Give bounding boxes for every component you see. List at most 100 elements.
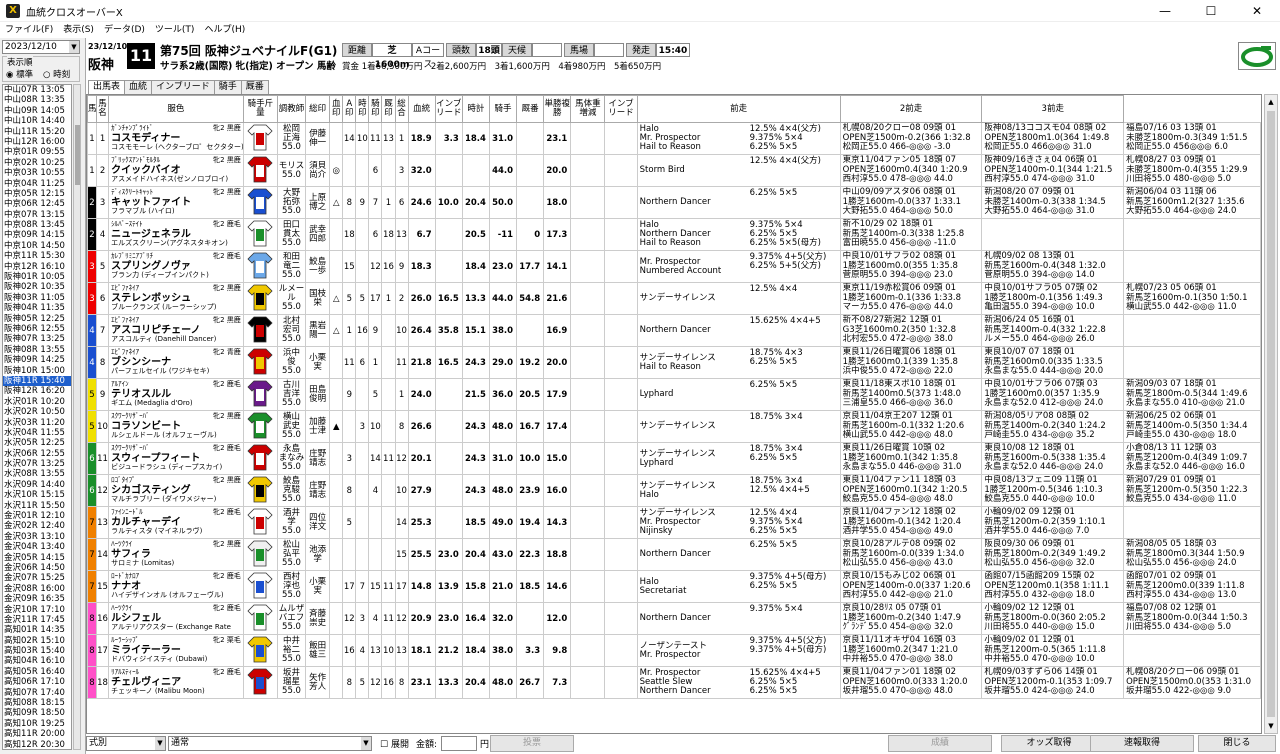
sort-standard-radio[interactable]: ◉ 標準 <box>6 68 33 80</box>
table-row[interactable]: 3 5 牝2 鹿毛 ｶﾚﾌﾞﾘﾐﾆｱﾌﾞﾘﾁ スプリングノヴァ ブラン力 (ディープインパ… <box>87 250 1261 283</box>
race-list-item[interactable]: 水沢04R 11:55 <box>3 428 71 438</box>
race-list-item[interactable]: 金沢02R 12:40 <box>3 521 71 531</box>
horse-name[interactable]: コスモディナー <box>111 134 242 144</box>
horse-name[interactable]: ステレンボッシュ <box>111 294 242 304</box>
table-row[interactable]: 7 14 牝2 黒鹿 ﾊｰﾂｸﾗｲ サフィラ サロミナ (Lomitas) 松山 弘平 55… <box>87 538 1261 571</box>
column-header[interactable]: 時計 <box>461 95 490 123</box>
race-list-item[interactable]: 阪神10R 15:00 <box>3 366 71 376</box>
menu-view[interactable]: 表示(S) <box>58 22 99 38</box>
column-header[interactable]: 馬 <box>87 95 98 123</box>
race-list-item[interactable]: 阪神09R 14:25 <box>3 355 71 365</box>
column-header[interactable]: A印 <box>342 95 357 123</box>
race-list-item[interactable]: 中山12R 16:00 <box>3 137 71 147</box>
race-list-item[interactable]: 中京12R 16:10 <box>3 262 71 272</box>
horse-name-cell[interactable]: 牝2 黒鹿 ﾌﾞﾘｯｸｽｱﾝﾄﾞﾓﾙﾀﾙ クイックバイオ アスメイドハイネス(ゼンノロ… <box>108 154 244 187</box>
column-header[interactable]: 前走 <box>636 95 841 123</box>
table-row[interactable]: 1 2 牝2 黒鹿 ﾌﾞﾘｯｸｽｱﾝﾄﾞﾓﾙﾀﾙ クイックバイオ アスメイドハイネス(ゼン… <box>87 154 1261 187</box>
table-row[interactable]: 6 12 牝2 黒鹿 ﾛｺﾞﾀｲﾌﾟ シカゴスティング マルチラブリー (ダイワメジャー)… <box>87 474 1261 507</box>
race-list-item[interactable]: 水沢06R 12:55 <box>3 449 71 459</box>
menu-file[interactable]: ファイル(F) <box>0 22 58 38</box>
horse-name-cell[interactable]: 牝2 黒鹿 ﾊｰﾂｸﾗｲ サフィラ サロミナ (Lomitas) <box>108 538 244 571</box>
column-header[interactable]: 馬体重増減 <box>570 95 606 123</box>
race-list-item[interactable]: 高知07R 17:40 <box>3 688 71 698</box>
race-list-item[interactable]: 高知01R 14:35 <box>3 625 71 635</box>
tab-inbreed[interactable]: インブリード <box>151 80 215 94</box>
column-header[interactable]: 総合 <box>394 95 409 123</box>
race-list-item[interactable]: 高知12R 20:30 <box>3 740 71 749</box>
horse-name[interactable]: クイックバイオ <box>111 166 242 176</box>
table-row[interactable]: 2 4 牝2 鹿毛 ｼﾙﾊﾞｰｽﾃｲﾄ ニュージェネラル エルズスクリーン(アグネスタキオ… <box>87 218 1261 251</box>
horse-name-cell[interactable]: 牝2 黒鹿 ｴﾋﾟﾌｧﾈｲｱ ステレンボッシュ ブルークランズ (ルーラーシップ) <box>108 282 244 315</box>
race-list-item[interactable]: 金沢09R 16:35 <box>3 594 71 604</box>
horse-name[interactable]: ナナオ <box>111 582 242 592</box>
column-header[interactable]: 調教師 <box>276 95 307 123</box>
race-list-item[interactable]: 金沢03R 13:10 <box>3 532 71 542</box>
horse-name[interactable]: スプリングノヴァ <box>111 262 242 272</box>
race-list-item[interactable]: 高知03R 15:40 <box>3 646 71 656</box>
horse-name-cell[interactable]: 牝2 黒鹿 ｴﾋﾟﾌｧﾈｲｱ アスコリピチェーノ アスコルティ (Danehill D… <box>108 314 244 347</box>
race-list-item[interactable]: 水沢08R 13:55 <box>3 469 71 479</box>
table-row[interactable]: 3 6 牝2 黒鹿 ｴﾋﾟﾌｧﾈｲｱ ステレンボッシュ ブルークランズ (ルーラーシップ)… <box>87 282 1261 315</box>
race-list-item[interactable]: 高知09R 18:50 <box>3 708 71 718</box>
horse-name[interactable]: シカゴスティング <box>111 486 242 496</box>
column-header[interactable]: 時印 <box>355 95 370 123</box>
table-row[interactable]: 1 1 牝2 黒鹿 ｶﾞﾝﾁｬﾝﾌﾟﾗｲﾄﾞ コスモディナー コスモモーレ (ヘクターブロ… <box>87 122 1261 155</box>
odds-button[interactable]: オッズ取得 <box>1001 735 1097 752</box>
horse-name[interactable]: テリオスルル <box>111 390 242 400</box>
bulk-fetch-button[interactable]: 速報取得 <box>1090 735 1194 752</box>
column-header[interactable]: 血統 <box>407 95 436 123</box>
column-header[interactable]: 騎印 <box>368 95 383 123</box>
race-list-item[interactable]: 金沢06R 14:50 <box>3 563 71 573</box>
race-list-item[interactable]: 中京07R 13:15 <box>3 210 71 220</box>
column-header[interactable]: インブリード <box>434 95 463 123</box>
race-list-item[interactable]: 中山07R 13:05 <box>3 85 71 95</box>
race-list-item[interactable]: 阪神05R 12:25 <box>3 314 71 324</box>
race-list-item[interactable]: 金沢04R 13:40 <box>3 542 71 552</box>
table-row[interactable]: 8 16 牝2 鹿毛 ﾊｰﾂｸﾗｲ ルシフェル アルテリアクスター (Exchange R… <box>87 602 1261 635</box>
horse-name-cell[interactable]: 牝2 鹿毛 ｽｸﾜｰｸﾘｻﾞｰﾊﾞ スウィープフィート ビジュードラシュ (ディープス… <box>108 442 244 475</box>
close-window-button[interactable]: ✕ <box>1234 0 1280 22</box>
race-list-item[interactable]: 水沢07R 13:25 <box>3 459 71 469</box>
race-list-item[interactable]: 阪神06R 12:55 <box>3 324 71 334</box>
table-row[interactable]: 4 8 牝2 青鹿 ｴﾋﾟﾌｧﾈｲｱ ブシンシーナ パーフェルセイル (ワジキセキ) 浜中 … <box>87 346 1261 379</box>
close-button[interactable]: 閉じる <box>1198 735 1276 752</box>
amount-input[interactable] <box>441 736 477 751</box>
column-header[interactable]: インブリード <box>604 95 638 123</box>
column-header[interactable]: 騎手 <box>488 95 518 123</box>
scroll-down-icon[interactable]: ▼ <box>1265 719 1277 733</box>
column-header[interactable]: 厩印 <box>381 95 396 123</box>
vote-button[interactable]: 投票 <box>490 735 574 752</box>
horse-name[interactable]: チェルヴィニア <box>111 678 242 688</box>
menu-data[interactable]: データ(D) <box>99 22 150 38</box>
race-list-item[interactable]: 中山08R 13:35 <box>3 95 71 105</box>
race-list-item[interactable]: 高知06R 17:10 <box>3 677 71 687</box>
horse-name[interactable]: ニュージェネラル <box>111 230 242 240</box>
race-list-item[interactable]: 水沢01R 10:20 <box>3 397 71 407</box>
race-list-item[interactable]: 金沢05R 14:15 <box>3 553 71 563</box>
race-list-item[interactable]: 高知11R 20:00 <box>3 729 71 739</box>
race-list-item[interactable]: 高知05R 16:40 <box>3 667 71 677</box>
race-list-item[interactable]: 水沢09R 14:40 <box>3 480 71 490</box>
race-list-item[interactable]: 中山09R 14:05 <box>3 106 71 116</box>
race-list-item[interactable]: 中京08R 13:45 <box>3 220 71 230</box>
race-list-scrollbar[interactable] <box>73 84 81 750</box>
table-row[interactable]: 8 17 牝2 栗毛 ﾙｰﾗｰｼｯﾌﾟ ミライテーラー ドバウィジイスティ (Dubawi… <box>87 634 1261 667</box>
scroll-up-icon[interactable]: ▲ <box>1265 95 1277 109</box>
bet-method-select[interactable]: 通常 ▼ <box>168 736 372 751</box>
expand-checkbox[interactable]: ☐ 展開 <box>380 737 409 750</box>
horse-name[interactable]: スウィープフィート <box>111 454 242 464</box>
horse-name[interactable]: ブシンシーナ <box>111 358 242 368</box>
table-row[interactable]: 4 7 牝2 黒鹿 ｴﾋﾟﾌｧﾈｲｱ アスコリピチェーノ アスコルティ (Danehill… <box>87 314 1261 347</box>
race-list-item[interactable]: 水沢03R 11:20 <box>3 418 71 428</box>
date-select[interactable]: 2023/12/10 ▼ <box>2 40 80 54</box>
race-list-item[interactable]: 中京11R 15:30 <box>3 251 71 261</box>
race-list-item[interactable]: 阪神02R 10:35 <box>3 282 71 292</box>
race-list-item[interactable]: 水沢02R 10:50 <box>3 407 71 417</box>
race-list-item[interactable]: 高知02R 15:10 <box>3 636 71 646</box>
maximize-button[interactable]: ☐ <box>1188 0 1234 22</box>
horse-name-cell[interactable]: 牝2 青鹿 ｴﾋﾟﾌｧﾈｲｱ ブシンシーナ パーフェルセイル (ワジキセキ) <box>108 346 244 379</box>
grid-scrollbar[interactable]: ▲ ▼ <box>1264 94 1278 734</box>
horse-name-cell[interactable]: 牝2 鹿毛 ﾊｰﾂｸﾗｲ ルシフェル アルテリアクスター (Exchange Rate <box>108 602 244 635</box>
tab-entries[interactable]: 出馬表 <box>88 80 126 94</box>
race-list-item[interactable]: 金沢10R 17:10 <box>3 605 71 615</box>
